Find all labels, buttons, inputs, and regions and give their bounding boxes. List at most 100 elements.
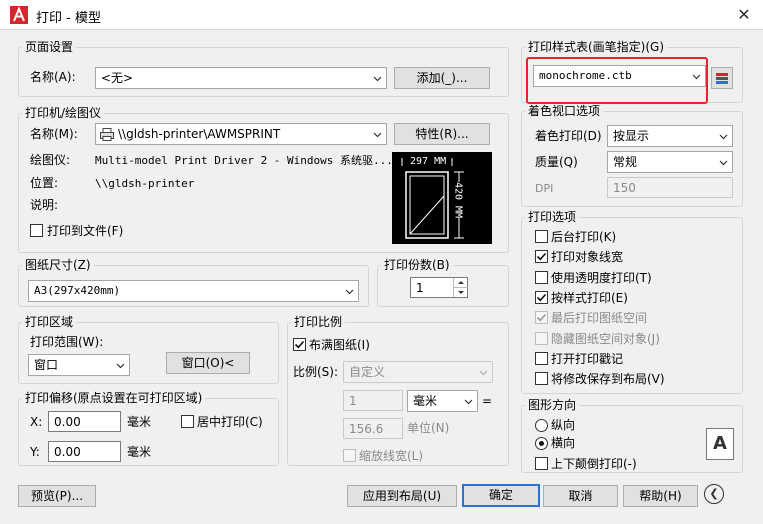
edit-plot-style-button[interactable] [711,67,733,89]
landscape-radio[interactable] [535,437,548,450]
ok-button[interactable]: 确定 [462,484,540,507]
close-icon[interactable]: ✕ [732,4,756,26]
checkmark-icon [536,252,547,261]
orientation-letter: A [713,433,727,454]
offset-x-unit: 毫米 [127,415,152,429]
scale-ratio-value: 自定义 [349,365,386,379]
paper-size-title: 图纸尺寸(Z) [22,258,94,272]
spin-arrows-icon [454,281,468,294]
scale-ratio-label: 比例(S): [293,365,339,379]
copies-value: 1 [416,281,424,295]
quality-value: 常规 [613,155,638,169]
paper-size-select[interactable]: A3(297x420mm) [28,280,359,302]
plot-option-checkbox[interactable] [535,250,548,263]
highlight-annotation [526,57,708,104]
copies-stepper[interactable]: 1 [410,277,468,298]
chevron-down-icon [373,132,382,138]
offset-x-label: X: [30,415,43,429]
printer-name-select[interactable]: \\gldsh-printer\AWMSPRINT [95,123,387,145]
dpi-label: DPI [535,182,554,195]
print-to-file-checkbox[interactable] [30,224,43,237]
preview-width-label: 297 MM [409,156,448,167]
scale-units-select[interactable]: 毫米 [407,390,478,412]
pick-window-button[interactable]: 窗口(O)< [166,352,250,374]
preview-height-label: 420 MM [452,181,464,219]
cancel-button[interactable]: 取消 [543,485,618,507]
scale-drawing-units-value: 156.6 [349,422,384,436]
preview-button[interactable]: 预览(P)... [18,485,96,507]
chevron-down-icon [116,363,125,369]
fit-to-paper-checkbox[interactable] [293,338,306,351]
chevron-down-icon [464,399,473,405]
portrait-label: 纵向 [551,418,576,432]
plot-option-label: 打开打印戳记 [551,352,624,366]
plot-range-value: 窗口 [34,358,59,372]
plot-range-select[interactable]: 窗口 [28,354,130,376]
printer-icon [100,128,114,141]
scale-lineweights-checkbox[interactable] [343,449,356,462]
chevron-down-icon [719,134,728,140]
scale-drawing-units-input[interactable]: 156.6 [343,418,403,439]
printer-name-value: \\gldsh-printer\AWMSPRINT [118,127,281,141]
offset-x-input[interactable]: 0.00 [48,411,121,432]
plot-option-checkbox[interactable] [535,311,548,324]
plot-option-label: 打印对象线宽 [551,250,624,264]
upside-down-checkbox[interactable] [535,457,548,470]
chevron-down-icon [373,76,382,82]
page-setup-name-value: <无> [101,71,134,85]
help-button[interactable]: 帮助(H) [623,485,698,507]
copies-title: 打印份数(B) [381,258,453,272]
checkmark-icon [294,340,305,349]
add-page-setup-button[interactable]: 添加(_)... [394,67,490,89]
upside-down-label: 上下颠倒打印(-) [551,457,637,471]
dpi-value: 150 [613,181,636,195]
printer-name-label: 名称(M): [30,127,78,141]
dpi-input[interactable]: 150 [607,177,733,198]
plot-option-label: 隐藏图纸空间对象(J) [551,332,660,346]
center-plot-checkbox[interactable] [181,415,194,428]
plot-style-table-title: 打印样式表(画笔指定)(G) [525,40,668,54]
printer-properties-button[interactable]: 特性(R)... [394,123,490,145]
plot-range-label: 打印范围(W): [30,335,104,349]
location-value: \\gldsh-printer [95,177,195,190]
window-title: 打印 - 模型 [36,11,101,26]
autocad-logo-icon [10,6,28,24]
page-setup-title: 页面设置 [22,40,77,54]
plot-option-label: 将修改保存到布局(V) [551,372,665,386]
plot-option-label: 后台打印(K) [551,230,617,244]
plot-offset-title: 打印偏移(原点设置在可打印区域) [22,391,206,405]
shade-plot-select[interactable]: 按显示 [607,125,733,147]
plot-option-checkbox[interactable] [535,230,548,243]
scale-lineweights-label: 缩放线宽(L) [359,449,424,463]
shade-plot-value: 按显示 [613,129,650,143]
plot-scale-title: 打印比例 [291,315,346,329]
quality-label: 质量(Q) [535,155,578,169]
paper-size-value: A3(297x420mm) [34,284,121,297]
scale-paper-units-value: 1 [349,394,357,408]
more-options-icon[interactable]: ❮ [704,484,724,504]
scale-paper-units-input[interactable]: 1 [343,390,403,411]
plot-option-checkbox[interactable] [535,332,548,345]
plotter-value: Multi-model Print Driver 2 - Windows 系统驱… [95,154,393,167]
plot-option-checkbox[interactable] [535,271,548,284]
plot-options-title: 打印选项 [525,210,580,224]
checkmark-icon [536,293,547,302]
quality-select[interactable]: 常规 [607,151,733,173]
landscape-label: 横向 [551,436,576,450]
plot-option-label: 最后打印图纸空间 [551,311,648,325]
apply-to-layout-button[interactable]: 应用到布局(U) [347,485,457,507]
orientation-title: 图形方向 [525,398,580,412]
orientation-preview-icon: A [706,428,734,460]
plot-option-checkbox[interactable] [535,291,548,304]
plotter-label: 绘图仪: [30,153,71,167]
portrait-radio[interactable] [535,419,548,432]
scale-ratio-select[interactable]: 自定义 [343,361,493,383]
offset-y-input[interactable]: 0.00 [48,441,121,462]
plot-option-checkbox[interactable] [535,352,548,365]
copies-spin-buttons[interactable] [453,278,468,297]
title-bar [0,0,763,30]
scale-units-value: 毫米 [413,394,438,408]
page-setup-name-select[interactable]: <无> [95,67,387,89]
chevron-down-icon [719,160,728,166]
plot-option-checkbox[interactable] [535,372,548,385]
